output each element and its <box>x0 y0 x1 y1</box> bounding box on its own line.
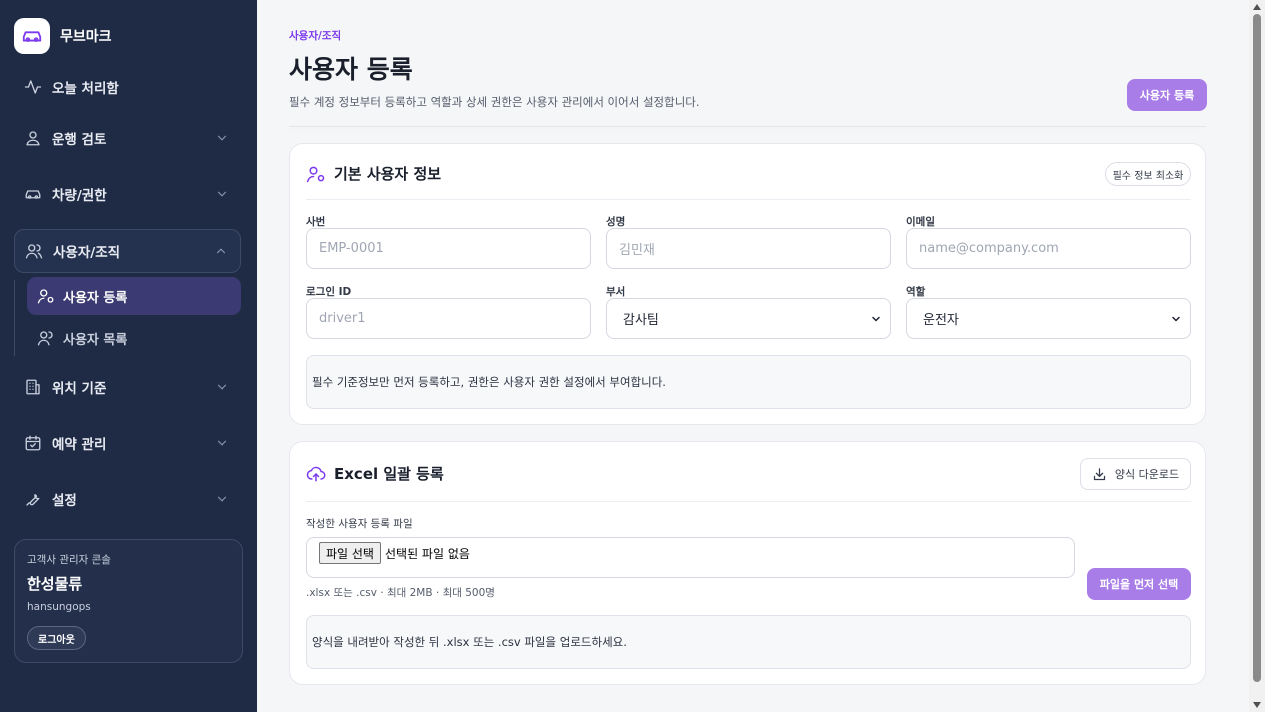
sidebar-item-label: 위치 기준 <box>52 381 107 397</box>
employee-id-input[interactable]: EMP-0001 <box>306 228 591 269</box>
chevron-down-icon <box>872 316 880 322</box>
department-label: 부서 <box>606 286 626 298</box>
download-template-button[interactable]: 양식 다운로드 <box>1080 458 1191 490</box>
basic-info-note: 필수 기준정보만 먼저 등록하고, 권한은 사용자 권한 설정에서 부여합니다. <box>306 355 1191 409</box>
users-icon <box>25 242 43 260</box>
calendar-check-icon <box>24 434 42 452</box>
submenu-line <box>14 280 15 356</box>
minimize-required-button[interactable]: 필수 정보 최소화 <box>1105 162 1191 186</box>
page-header: 사용자/조직 사용자 등록 필수 계정 정보부터 등록하고 역할과 상세 권한은… <box>289 0 1207 127</box>
sidebar-item-reservation[interactable]: 예약 관리 <box>14 422 241 464</box>
department-select[interactable]: 감사팀 <box>606 298 891 339</box>
users-icon <box>37 329 55 347</box>
sidebar-item-users[interactable]: 사용자/조직 <box>14 229 241 273</box>
scroll-thumb[interactable] <box>1253 14 1261 682</box>
sidebar-item-label: 운행 검토 <box>52 132 107 148</box>
scroll-up-arrow-icon[interactable] <box>1252 2 1262 12</box>
car-logo-icon <box>14 18 50 54</box>
excel-note: 양식을 내려받아 작성한 뒤 .xlsx 또는 .csv 파일을 업로드하세요. <box>306 615 1191 669</box>
chevron-down-icon <box>217 384 227 390</box>
chevron-down-icon <box>1172 316 1180 322</box>
download-template-label: 양식 다운로드 <box>1114 468 1180 481</box>
upload-submit-button[interactable]: 파일을 먼저 선택 <box>1087 568 1191 600</box>
page-subtitle: 필수 계정 정보부터 등록하고 역할과 상세 권한은 사용자 관리에서 이어서 … <box>289 95 700 109</box>
chevron-down-icon <box>217 440 227 446</box>
sidebar-item-vehicle[interactable]: 차량/권한 <box>14 173 241 215</box>
excel-upload-card: Excel 일괄 등록 양식 다운로드 작성한 사용자 등록 파일 파일 선택 … <box>289 441 1206 685</box>
name-label: 성명 <box>606 216 626 228</box>
sidebar-item-label: 설정 <box>52 493 77 509</box>
name-input[interactable]: 김민재 <box>606 228 891 269</box>
sidebar-item-today[interactable]: 오늘 처리함 <box>14 66 241 108</box>
card-divider <box>306 501 1191 502</box>
register-user-button[interactable]: 사용자 등록 <box>1127 79 1207 111</box>
chevron-down-icon <box>217 496 227 502</box>
wrench-icon <box>24 490 42 508</box>
user-plus-icon <box>37 287 55 305</box>
excel-title: Excel 일괄 등록 <box>306 463 444 484</box>
account-caption: 고객사 관리자 콘솔 <box>27 554 111 566</box>
sidebar-item-settings[interactable]: 설정 <box>14 478 241 520</box>
sidebar-item-trip-review[interactable]: 운행 검토 <box>14 117 241 159</box>
sidebar-item-location[interactable]: 위치 기준 <box>14 366 241 408</box>
login-id-input[interactable]: driver1 <box>306 298 591 339</box>
excel-title-text: Excel 일괄 등록 <box>334 465 444 483</box>
cloud-upload-icon <box>306 466 326 481</box>
basic-info-title: 기본 사용자 정보 <box>306 163 441 184</box>
page-title: 사용자 등록 <box>289 55 413 84</box>
chevron-down-icon <box>217 191 227 197</box>
sidebar: 무브마크 오늘 처리함 운행 검토 차량/권한 사용자/조직 사용자 등록 사용… <box>0 0 257 712</box>
chevron-down-icon <box>217 135 227 141</box>
file-input[interactable]: 파일 선택 선택된 파일 없음 <box>306 537 1075 578</box>
car-icon <box>24 185 42 203</box>
choose-file-button[interactable]: 파일 선택 <box>319 542 381 564</box>
employee-id-label: 사번 <box>306 216 326 228</box>
card-divider <box>306 199 1191 200</box>
sidebar-subitem-label: 사용자 목록 <box>63 332 128 348</box>
role-select[interactable]: 운전자 <box>906 298 1191 339</box>
brand[interactable]: 무브마크 <box>14 18 112 54</box>
sidebar-item-label: 사용자/조직 <box>53 245 121 261</box>
file-hint: .xlsx 또는 .csv · 최대 2MB · 최대 500명 <box>306 587 495 599</box>
account-user: hansungops <box>27 601 91 613</box>
basic-info-card: 기본 사용자 정보 필수 정보 최소화 사번 EMP-0001 성명 김민재 이… <box>289 143 1206 425</box>
user-check-icon <box>24 129 42 147</box>
account-org: 한성물류 <box>27 575 83 593</box>
department-value: 감사팀 <box>623 313 659 328</box>
breadcrumb[interactable]: 사용자/조직 <box>289 28 341 43</box>
sidebar-item-label: 오늘 처리함 <box>52 81 119 97</box>
sidebar-subitem-user-list[interactable]: 사용자 목록 <box>27 319 241 357</box>
page-scrollbar[interactable] <box>1249 0 1265 712</box>
sidebar-subitem-user-register[interactable]: 사용자 등록 <box>27 277 241 315</box>
activity-icon <box>24 78 42 96</box>
building-icon <box>24 378 42 396</box>
chevron-up-icon <box>216 248 226 254</box>
header-divider <box>289 126 1206 127</box>
sidebar-item-label: 예약 관리 <box>52 437 107 453</box>
role-label: 역할 <box>906 286 926 298</box>
download-icon <box>1093 467 1106 480</box>
scroll-down-arrow-icon[interactable] <box>1252 700 1262 710</box>
user-plus-icon <box>306 166 325 182</box>
sidebar-item-label: 차량/권한 <box>52 188 107 204</box>
no-file-text: 선택된 파일 없음 <box>384 546 470 561</box>
brand-name: 무브마크 <box>60 29 112 45</box>
login-id-label: 로그인 ID <box>306 286 352 298</box>
account-panel: 고객사 관리자 콘솔 한성물류 hansungops 로그아웃 <box>14 539 243 663</box>
sidebar-subitem-label: 사용자 등록 <box>63 290 128 306</box>
file-label: 작성한 사용자 등록 파일 <box>306 518 413 530</box>
main-content: 사용자/조직 사용자 등록 필수 계정 정보부터 등록하고 역할과 상세 권한은… <box>257 0 1249 712</box>
basic-info-title-text: 기본 사용자 정보 <box>334 165 442 183</box>
email-label: 이메일 <box>906 216 935 228</box>
email-input[interactable]: name@company.com <box>906 228 1191 269</box>
logout-button[interactable]: 로그아웃 <box>27 626 86 650</box>
role-value: 운전자 <box>923 313 959 328</box>
